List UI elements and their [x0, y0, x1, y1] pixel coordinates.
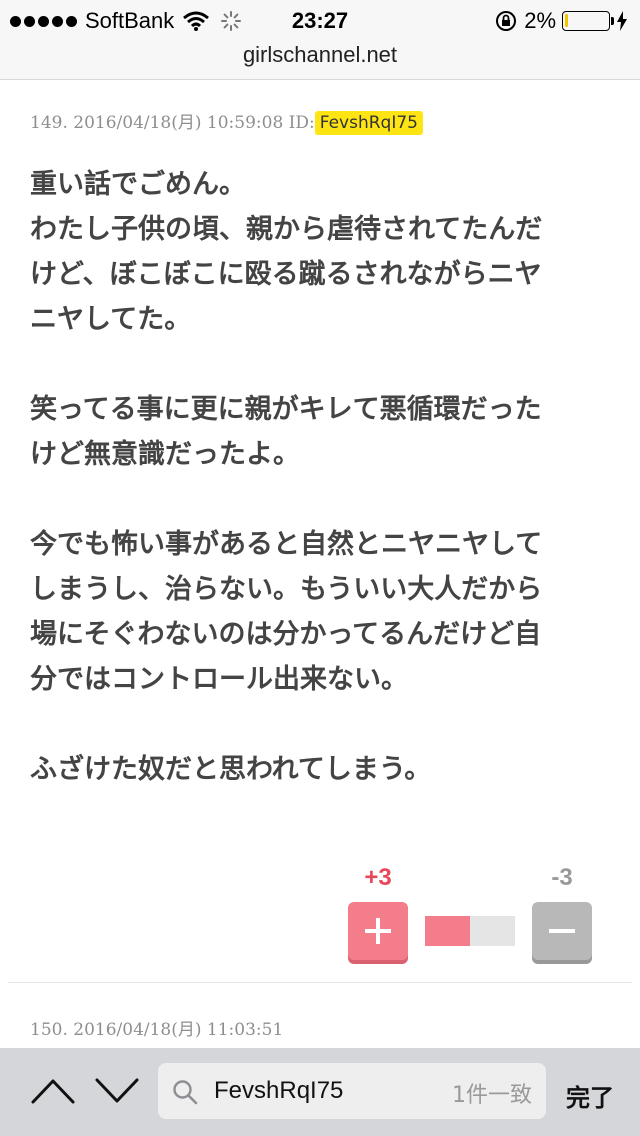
comment-line: わたし子供の頃、親から虐待されてたんだ — [30, 214, 543, 245]
comment-divider — [8, 982, 632, 983]
find-input[interactable] — [214, 1073, 424, 1109]
url-domain: girlschannel.net — [242, 42, 398, 67]
comment-line: けど、ぼこぼこに殴る蹴るされながらニヤ — [30, 259, 542, 290]
url-bar[interactable]: girlschannel.net — [0, 40, 640, 80]
next-comment-meta: 150. 2016/04/18(月) 11:03:51 — [30, 1020, 284, 1040]
find-field[interactable]: 1件一致 — [158, 1063, 546, 1119]
comment-line: 重い話でごめん。 — [30, 169, 246, 200]
plus-icon — [365, 918, 391, 944]
vote-ratio-bar — [425, 916, 515, 946]
comment-line: しまうし、治らない。もういい大人だから — [30, 574, 543, 605]
comment-line: ふざけた奴だと思われてしまう。 — [30, 754, 432, 785]
done-button[interactable]: 完了 — [566, 1078, 614, 1113]
comment-body: 重い話でごめん。わたし子供の頃、親から虐待されてたんだ けど、ぼこぼこに殴る蹴るさ… — [30, 162, 610, 792]
comment-line: けど無意識だったよ。 — [30, 439, 300, 470]
orientation-lock-icon — [496, 11, 517, 31]
minus-vote-button[interactable] — [532, 902, 592, 960]
plus-vote-button[interactable] — [348, 902, 408, 960]
vote-ratio-plus-fill — [425, 916, 470, 946]
match-count: 1件一致 — [452, 1083, 532, 1108]
minus-vote-count: -3 — [551, 864, 573, 891]
battery-percent: 2% — [524, 8, 556, 33]
search-icon — [173, 1080, 198, 1105]
charging-icon — [617, 11, 627, 31]
comment-header: 149. 2016/04/18(月) 10:59:08 ID: FevshRqI7… — [30, 108, 423, 135]
highlighted-user-id[interactable]: FevshRqI75 — [314, 111, 423, 135]
chevron-down-icon[interactable] — [94, 1074, 140, 1108]
battery-icon — [562, 11, 614, 31]
chevron-up-icon[interactable] — [30, 1074, 76, 1108]
minus-icon — [549, 929, 575, 933]
next-comment-header: 150. 2016/04/18(月) 11:03:51 — [30, 1015, 283, 1040]
find-in-page-bar: 1件一致 完了 — [0, 1048, 640, 1136]
comment-meta: 149. 2016/04/18(月) 10:59:08 ID: — [30, 113, 315, 133]
plus-vote-count: +3 — [364, 864, 392, 891]
comment-line: 今でも怖い事があると自然とニヤニヤして — [30, 529, 543, 560]
comment-line: 笑ってる事に更に親がキレて悪循環だった — [30, 394, 542, 425]
comment-line: 場にそぐわないのは分かってるんだけど自 — [30, 619, 542, 650]
comment-line: 分ではコントロール出来ない。 — [30, 664, 408, 695]
comment-line: ニヤしてた。 — [30, 304, 192, 335]
status-bar: SoftBank 23:27 2% — [0, 0, 640, 40]
